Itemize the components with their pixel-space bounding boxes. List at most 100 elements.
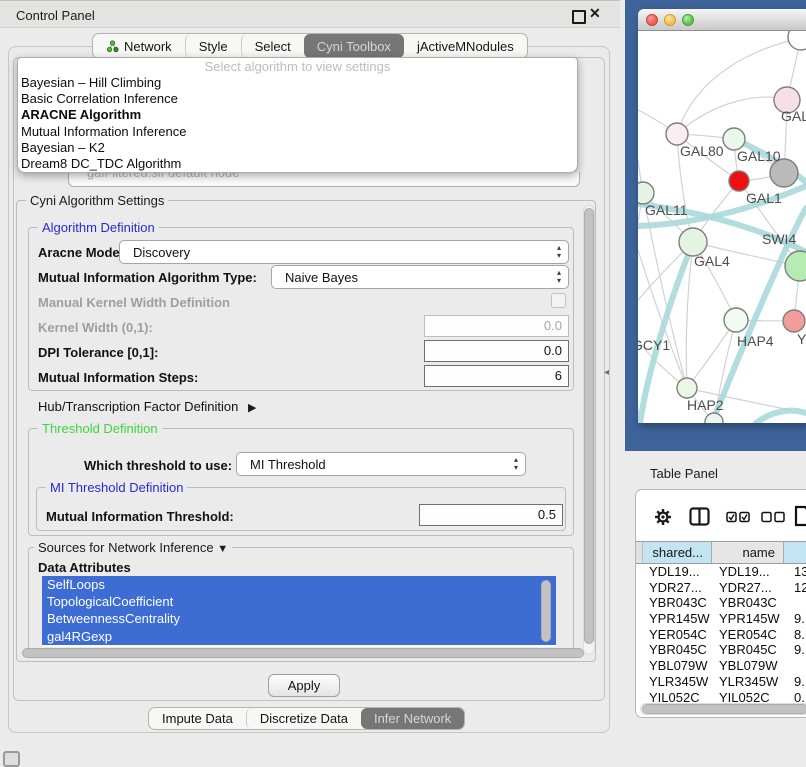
select-all-checkboxes-icon[interactable]: [726, 511, 751, 523]
algorithm-option-basic-correlation-inference[interactable]: Basic Correlation Inference: [18, 91, 577, 107]
stepper-arrows-icon[interactable]: ▴▾: [557, 244, 561, 260]
node-label-gal1: GAL1: [746, 190, 782, 206]
network-node-swi4[interactable]: [785, 251, 806, 281]
tab-network[interactable]: Network: [93, 34, 185, 58]
network-icon: [106, 40, 119, 53]
split-columns-icon[interactable]: [689, 507, 710, 526]
close-icon[interactable]: ✕: [589, 5, 601, 22]
settings-vertical-scrollbar[interactable]: [584, 208, 594, 644]
table-cell: YIL052C: [649, 690, 700, 704]
settings-gear-icon[interactable]: [654, 508, 672, 526]
mi-threshold-field[interactable]: 0.5: [419, 504, 563, 526]
chevron-down-icon[interactable]: ▼: [217, 543, 228, 555]
tab-select[interactable]: Select: [241, 34, 304, 58]
table-header-row: shared... name: [636, 541, 806, 564]
network-node-gal11[interactable]: [638, 182, 654, 204]
collapsed-panel-icon[interactable]: [3, 751, 20, 767]
tab-label: Cyni Toolbox: [317, 39, 391, 54]
apply-button[interactable]: Apply: [268, 674, 340, 697]
algorithm-option-mutual-information-inference[interactable]: Mutual Information Inference: [18, 124, 577, 140]
tab-impute-data[interactable]: Impute Data: [149, 708, 246, 729]
network-node[interactable]: [788, 31, 806, 50]
network-node-hap4[interactable]: [724, 308, 748, 332]
algorithm-popup-list: Bayesian – Hill ClimbingBasic Correlatio…: [18, 75, 577, 172]
tab-label: Style: [199, 39, 228, 54]
minimize-traffic-light-icon[interactable]: [664, 14, 676, 26]
table-row[interactable]: YLR345WYLR345W9.: [644, 674, 806, 690]
table-row[interactable]: YDL19...YDL19...13: [644, 564, 806, 580]
network-graph[interactable]: GALGAL80GAL10GAL1GAL11GAL4SWI4HAP4YGCY1H…: [638, 31, 806, 423]
attribute-item-topologicalcoefficient[interactable]: TopologicalCoefficient: [42, 593, 556, 610]
mi-type-select[interactable]: Naive Bayes ▴▾: [271, 265, 569, 289]
mi-steps-field[interactable]: 6: [424, 365, 569, 387]
stepper-arrows-icon[interactable]: ▴▾: [557, 269, 561, 285]
attributes-list-scrollbar[interactable]: [541, 580, 551, 642]
document-icon[interactable]: [794, 505, 806, 527]
sources-title-label: Sources for Network Inference: [38, 540, 214, 555]
table-cell: YBL079W: [719, 658, 778, 674]
column-header-shared[interactable]: shared...: [643, 542, 712, 563]
kernel-width-label: Kernel Width (0,1):: [38, 320, 153, 335]
table-row[interactable]: YBR043CYBR043C: [644, 595, 806, 611]
network-node-gal10[interactable]: [723, 128, 745, 150]
column-header-partial[interactable]: [784, 542, 806, 563]
table-row[interactable]: YDR27...YDR27...12: [644, 580, 806, 596]
deselect-all-checkboxes-icon[interactable]: [761, 511, 786, 523]
table-row[interactable]: YIL052CYIL052C0.: [644, 690, 806, 704]
tab-infer-network[interactable]: Infer Network: [361, 708, 464, 729]
table-row[interactable]: YBR045CYBR045C9.: [644, 642, 806, 658]
dpi-tolerance-field[interactable]: 0.0: [424, 340, 569, 362]
float-window-icon[interactable]: [572, 10, 586, 24]
algorithm-option-bayesian-hill-climbing[interactable]: Bayesian – Hill Climbing: [18, 75, 577, 91]
tab-jactivemnodules[interactable]: jActiveMNodules: [404, 34, 527, 58]
table-horizontal-scrollbar[interactable]: [642, 704, 806, 714]
hub-definition-toggle[interactable]: Hub/Transcription Factor Definition ▶: [38, 399, 256, 414]
settings-horizontal-scrollbar[interactable]: [22, 648, 584, 658]
which-threshold-select[interactable]: MI Threshold ▴▾: [236, 452, 526, 476]
network-node-gal1[interactable]: [729, 171, 749, 191]
tab-cyni-toolbox[interactable]: Cyni Toolbox: [304, 34, 404, 58]
network-node-hap2[interactable]: [677, 378, 697, 398]
chevron-right-icon[interactable]: ▶: [248, 402, 256, 414]
table-cell: 9.: [794, 642, 805, 658]
algorithm-option-aracne-algorithm[interactable]: ARACNE Algorithm: [18, 107, 577, 123]
network-window-titlebar[interactable]: [638, 9, 806, 31]
data-attributes-list[interactable]: SelfLoopsTopologicalCoefficientBetweenne…: [42, 576, 556, 647]
network-edge[interactable]: [756, 411, 806, 423]
column-header-name[interactable]: name: [712, 542, 784, 563]
hidden-combo[interactable]: galFiltered.sif default node: [68, 172, 580, 187]
network-canvas[interactable]: GALGAL80GAL10GAL1GAL11GAL4SWI4HAP4YGCY1H…: [638, 31, 806, 423]
attribute-item-selfloops[interactable]: SelfLoops: [42, 576, 556, 593]
manual-kernel-checkbox[interactable]: [551, 293, 566, 308]
algorithm-popup-placeholder: Select algorithm to view settings: [18, 58, 577, 75]
stepper-arrows-icon[interactable]: ▴▾: [514, 456, 518, 472]
panel-splitter-handle[interactable]: ◂: [604, 367, 609, 378]
table-cell: YDR27...: [649, 580, 702, 596]
aracne-mode-select[interactable]: Discovery ▴▾: [119, 240, 569, 264]
aracne-mode-label: Aracne Mode:: [38, 245, 124, 260]
table-row[interactable]: YPR145WYPR145W9.: [644, 611, 806, 627]
table-row[interactable]: YBL079WYBL079W: [644, 658, 806, 674]
network-node-y[interactable]: [783, 310, 805, 332]
tab-style[interactable]: Style: [185, 34, 241, 58]
table-cell: YIL052C: [719, 690, 770, 704]
close-traffic-light-icon[interactable]: [646, 14, 658, 26]
network-node-gal80[interactable]: [666, 123, 688, 145]
attribute-item-gal4rgexp[interactable]: gal4RGexp: [42, 628, 556, 645]
algorithm-option-bayesian-k2[interactable]: Bayesian – K2: [18, 140, 577, 156]
sources-group-title[interactable]: Sources for Network Inference ▼: [34, 540, 232, 555]
row-header-strip: [636, 542, 643, 563]
data-attributes-label: Data Attributes: [38, 560, 131, 575]
table-row[interactable]: YER054CYER054C8.: [644, 627, 806, 643]
maximize-traffic-light-icon[interactable]: [682, 14, 694, 26]
node-label-gal11: GAL11: [645, 202, 688, 218]
attribute-item-betweennesscentrality[interactable]: BetweennessCentrality: [42, 610, 556, 627]
bottom-tab-bar: Impute DataDiscretize DataInfer Network: [148, 707, 465, 730]
tab-discretize-data[interactable]: Discretize Data: [246, 708, 361, 729]
tab-label: Network: [124, 39, 172, 54]
network-node-gal4[interactable]: [679, 228, 707, 256]
algorithm-option-dream8-dc-tdc-algorithm[interactable]: Dream8 DC_TDC Algorithm: [18, 156, 577, 172]
algorithm-definition-title: Algorithm Definition: [38, 220, 159, 235]
kernel-width-field[interactable]: 0.0: [424, 315, 569, 337]
tab-label: Select: [255, 39, 291, 54]
